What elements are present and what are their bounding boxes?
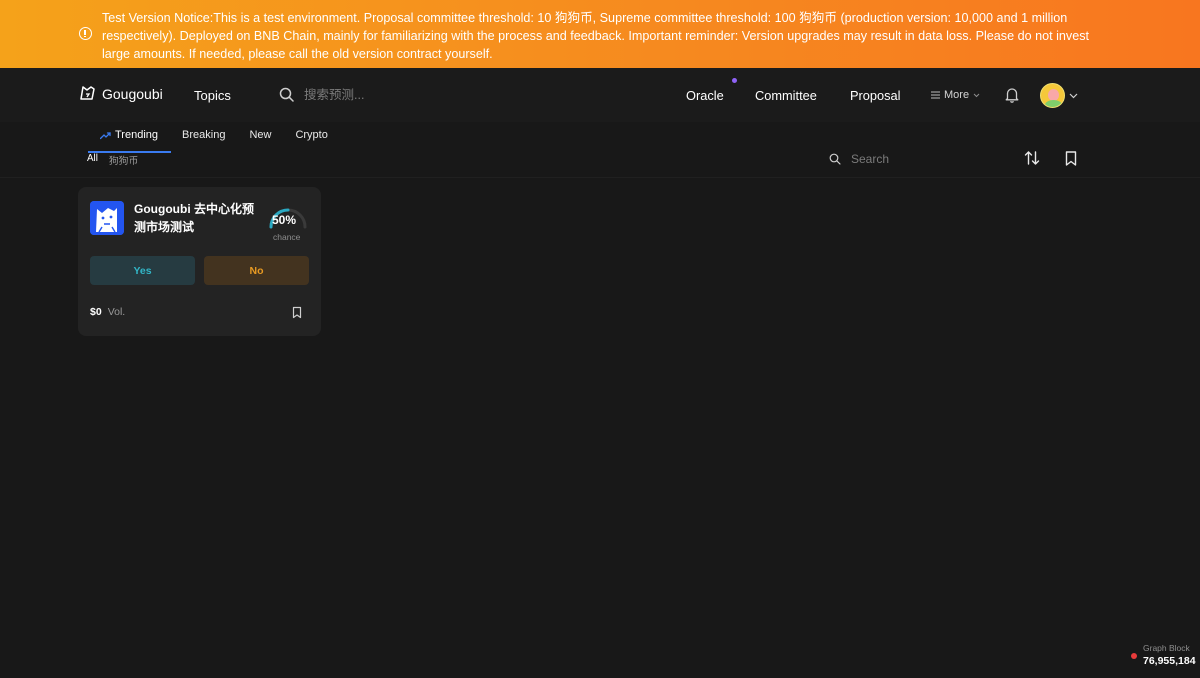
market-search[interactable] [817,145,1009,173]
tab-crypto-label: Crypto [295,129,328,141]
brand-logo[interactable]: Gougoubi [78,84,163,103]
chevron-down-icon [973,93,980,97]
tab-new[interactable]: New [237,128,283,153]
tab-breaking[interactable]: Breaking [170,128,237,153]
bookmark-icon [292,306,302,319]
more-menu[interactable]: More [931,89,980,101]
info-circle-icon [79,27,92,40]
buy-no-button[interactable]: No [204,256,309,285]
search-icon [829,153,841,165]
market-title[interactable]: Gougoubi 去中心化预测市场测试 [134,200,259,236]
subtab-dogecoin[interactable]: 狗狗币 [109,153,138,167]
status-dot [1131,653,1137,659]
sort-button[interactable] [1023,149,1041,172]
dog-logo-icon [90,201,124,235]
gougoubi-logo-icon [80,86,95,100]
brand-name: Gougoubi [102,85,163,102]
nav-oracle[interactable]: Oracle [686,88,724,103]
buy-yes-button[interactable]: Yes [90,256,195,285]
search-icon [279,87,294,102]
test-notice-banner: Test Version Notice:This is a test envir… [0,0,1200,68]
bookmark-market-button[interactable] [291,306,303,324]
chance-percent: 50% [272,213,297,227]
market-logo [90,201,124,235]
header-search[interactable] [279,87,504,102]
nav-committee[interactable]: Committee [755,88,817,103]
volume-amount: $0 [90,306,102,318]
graph-block-label: Graph Block [1143,643,1190,653]
volume-label: Vol. [107,306,126,318]
notifications-button[interactable] [1005,87,1019,108]
bell-icon [1005,88,1019,103]
trending-icon [100,132,111,140]
avatar [1040,83,1065,108]
graph-block-number: 76,955,184 [1143,655,1196,667]
content-divider [0,177,1200,178]
sub-filter-tabs: All 狗狗币 [87,153,138,167]
more-label: More [944,89,970,101]
tab-new-label: New [249,129,272,141]
bookmark-icon [1065,151,1077,166]
account-menu[interactable] [1040,83,1078,108]
category-tabs: Trending Breaking New Crypto [88,128,340,153]
tab-crypto[interactable]: Crypto [283,128,339,153]
chance-label: chance [273,232,301,242]
sort-arrows-icon [1024,151,1040,165]
tab-breaking-label: Breaking [182,129,226,141]
graph-block-status: Graph Block 76,955,184 [1131,643,1197,671]
tab-trending[interactable]: Trending [88,128,170,153]
chevron-down-icon [1069,93,1078,98]
topics-link[interactable]: Topics [194,88,231,103]
oracle-notification-dot [732,78,737,83]
tab-trending-label: Trending [115,129,159,141]
menu-icon [931,91,940,99]
market-card[interactable]: Gougoubi 去中心化预测市场测试 50% chance Yes No $0… [78,187,321,336]
market-search-input[interactable] [851,152,1001,166]
header-search-input[interactable] [304,87,504,102]
nav-proposal[interactable]: Proposal [850,88,901,103]
top-nav: Gougoubi Topics Oracle Committee Proposa… [0,68,1200,122]
subtab-all[interactable]: All [87,153,98,167]
bookmarks-filter-button[interactable] [1063,150,1079,172]
test-notice-text: Test Version Notice:This is a test envir… [102,11,1089,61]
market-volume: $0 Vol. [90,306,125,318]
